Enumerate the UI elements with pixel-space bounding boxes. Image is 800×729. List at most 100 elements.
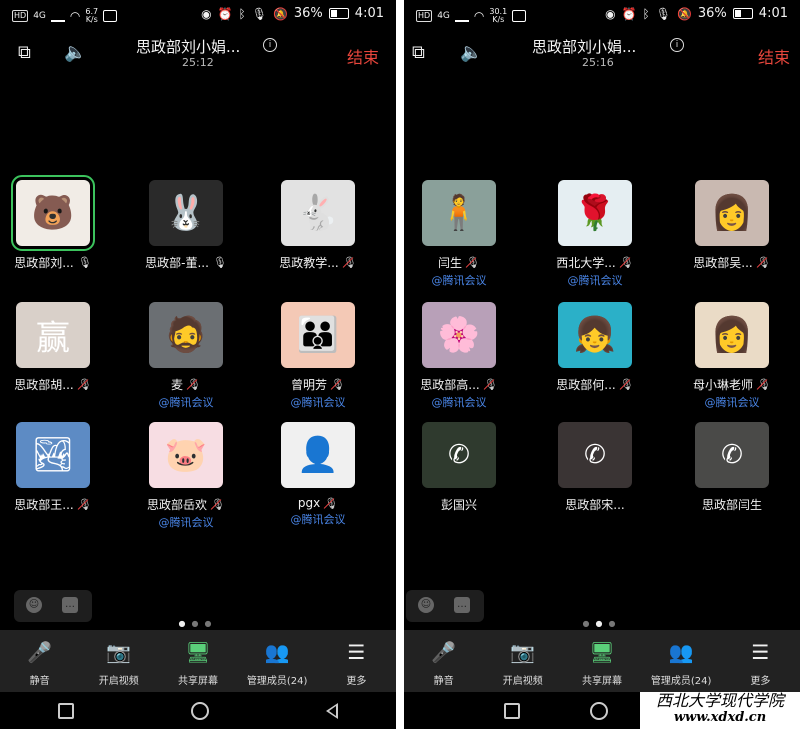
watermark-line1: 西北大学现代学院: [655, 691, 784, 710]
participant-tile[interactable]: 👩 思政部吴... 🎙: [672, 180, 792, 271]
participant-name-row: 思政部宋...: [535, 496, 655, 513]
share-screen-icon: 🖥: [185, 640, 211, 664]
participant-avatar: 🐰: [149, 180, 223, 246]
participant-name: 思政部胡...: [14, 378, 74, 392]
join-source-label: @腾讯会议: [290, 513, 346, 526]
participant-tile[interactable]: 🐻 思政部刘... 🎙: [0, 175, 113, 271]
mute-bell-icon: 🔕: [272, 6, 288, 21]
participant-name-row: 思政部高... 🎙: [404, 376, 519, 393]
participant-tile[interactable]: 🌸 思政部高... 🎙 @腾讯会议: [404, 302, 519, 410]
participant-tile[interactable]: 🧔 麦 🎙 @腾讯会议: [126, 302, 246, 410]
phone-participant-avatar: ✆: [558, 422, 632, 488]
manage-members-button[interactable]: 👥 管理成员(24): [240, 630, 314, 692]
meeting-title[interactable]: 思政部刘小娟...: [532, 36, 636, 57]
share-screen-button[interactable]: 🖥 共享屏幕: [565, 630, 639, 692]
participant-tile[interactable]: 🧍 闫生 🎙 @腾讯会议: [404, 180, 519, 288]
phone-call-icon: ✆: [721, 440, 743, 470]
participant-name-row: 思政部何... 🎙: [535, 376, 655, 393]
participant-avatar: 🌹: [558, 180, 632, 246]
participant-avatar: 赢: [16, 302, 90, 368]
microphone-icon: 🎤: [27, 640, 53, 664]
end-meeting-button[interactable]: 结束: [347, 44, 379, 68]
share-screen-button[interactable]: 🖥 共享屏幕: [161, 630, 235, 692]
recent-apps-button[interactable]: [58, 702, 75, 719]
back-button[interactable]: [325, 702, 338, 719]
avatar-image-icon: 🐻: [31, 193, 75, 233]
participant-name: 西北大学...: [556, 256, 616, 270]
mic-muted-icon: 🎙: [77, 378, 92, 391]
participant-avatar: 👪: [281, 302, 355, 368]
phone-participant-avatar: ✆: [422, 422, 496, 488]
reaction-bar: ☺ …: [406, 590, 484, 622]
speaker-icon[interactable]: 🔈: [460, 42, 482, 63]
mic-on-icon: 🎙: [77, 256, 92, 269]
minimize-icon[interactable]: ⧉: [18, 42, 31, 63]
mic-muted-icon: 🎙: [342, 256, 357, 269]
more-button[interactable]: ☰ 更多: [723, 630, 797, 692]
start-video-button[interactable]: 📷 开启视频: [82, 630, 156, 692]
participant-name-row: pgx 🎙: [258, 496, 378, 510]
clock: 4:01: [758, 6, 788, 21]
battery-percent: 36%: [293, 6, 323, 21]
participant-avatar: 🐇: [281, 180, 355, 246]
mic-muted-icon: 🎙: [211, 498, 225, 511]
participant-tile[interactable]: 👤 pgx 🎙 @腾讯会议: [258, 422, 378, 527]
more-button[interactable]: ☰ 更多: [319, 630, 393, 692]
participant-tile[interactable]: 👧 思政部何... 🎙: [535, 302, 655, 393]
participant-name-row: 思政教学... 🎙: [258, 254, 378, 271]
participant-tile[interactable]: ✆ 彭国兴: [404, 422, 519, 513]
home-button[interactable]: [190, 701, 209, 720]
participant-name: 麦: [171, 378, 184, 392]
bluetooth-icon: ᛒ: [642, 6, 650, 21]
mute-button[interactable]: 🎤 静音: [407, 630, 481, 692]
net-speed: 30.1 K/s: [489, 7, 508, 24]
participant-tile[interactable]: 🐇 思政教学... 🎙: [258, 180, 378, 271]
emoji-icon[interactable]: ☺: [418, 597, 434, 613]
start-video-button[interactable]: 📷 开启视频: [486, 630, 560, 692]
phone-call-icon: ✆: [448, 440, 470, 470]
manage-members-button[interactable]: 👥 管理成员(24): [644, 630, 718, 692]
mute-button[interactable]: 🎤 静音: [3, 630, 77, 692]
info-icon[interactable]: i: [670, 38, 684, 52]
participant-name: 闫生: [438, 256, 463, 270]
network-type: 4G: [437, 11, 450, 21]
system-nav-bar: [0, 692, 396, 729]
participant-tile[interactable]: 👪 曾明芳 🎙 @腾讯会议: [258, 302, 378, 410]
avatar-image-icon: 🐷: [164, 435, 208, 475]
toolbar-label: 静音: [29, 676, 50, 687]
chat-icon[interactable]: …: [454, 597, 470, 613]
phone-screen-left: HD 4G ◠ 6.7 K/s ◉ ⏰ ᛒ 🎙 🔕 36% 4:01 ⧉ 🔈 思…: [0, 0, 396, 729]
minimize-icon[interactable]: ⧉: [412, 42, 425, 63]
meeting-timer: 25:12: [182, 56, 214, 69]
participant-tile[interactable]: 👩 母小琳老师 🎙 @腾讯会议: [672, 302, 792, 410]
participant-name-row: 闫生 🎙: [404, 254, 519, 271]
participant-name-row: 麦 🎙: [126, 376, 246, 393]
net-speed: 6.7 K/s: [85, 7, 99, 24]
avatar-image-icon: 🧔: [164, 315, 208, 355]
chat-icon[interactable]: …: [62, 597, 78, 613]
participant-avatar: 👤: [281, 422, 355, 488]
toolbar-label: 静音: [433, 676, 454, 687]
mic-muted-icon: 🎙: [331, 378, 345, 391]
end-meeting-button[interactable]: 结束: [758, 44, 790, 68]
participant-name-row: 彭国兴: [404, 496, 519, 513]
info-icon[interactable]: i: [263, 38, 277, 52]
participant-tile[interactable]: 🌹 西北大学... 🎙 @腾讯会议: [535, 180, 655, 288]
participant-tile[interactable]: 🏞 思政部王... 🎙: [0, 422, 113, 513]
phone-screen-right: HD 4G ◠ 30.1 K/s ◉ ⏰ ᛒ 🎙 🔕 36% 4:01 ⧉ 🔈 …: [404, 0, 800, 729]
avatar-image-icon: 🐰: [164, 193, 208, 233]
recent-apps-button[interactable]: [504, 702, 520, 719]
participant-name: 思政部岳欢: [147, 498, 208, 512]
home-button[interactable]: [590, 701, 608, 720]
meeting-timer: 25:16: [582, 56, 614, 69]
emoji-icon[interactable]: ☺: [26, 597, 42, 613]
participant-tile[interactable]: 🐰 思政部-董... 🎙: [126, 180, 246, 271]
participant-tile[interactable]: ✆ 思政部宋...: [535, 422, 655, 513]
participant-tile[interactable]: 赢思政部胡... 🎙: [0, 302, 113, 393]
participant-tile[interactable]: ✆ 思政部闫生: [672, 422, 792, 513]
avatar-image-icon: 🌸: [437, 315, 481, 355]
page-indicator: ●●●: [582, 619, 622, 628]
meeting-title[interactable]: 思政部刘小娟...: [136, 36, 240, 57]
participant-tile[interactable]: 🐷 思政部岳欢 🎙 @腾讯会议: [126, 422, 246, 530]
speaker-icon[interactable]: 🔈: [64, 42, 86, 63]
